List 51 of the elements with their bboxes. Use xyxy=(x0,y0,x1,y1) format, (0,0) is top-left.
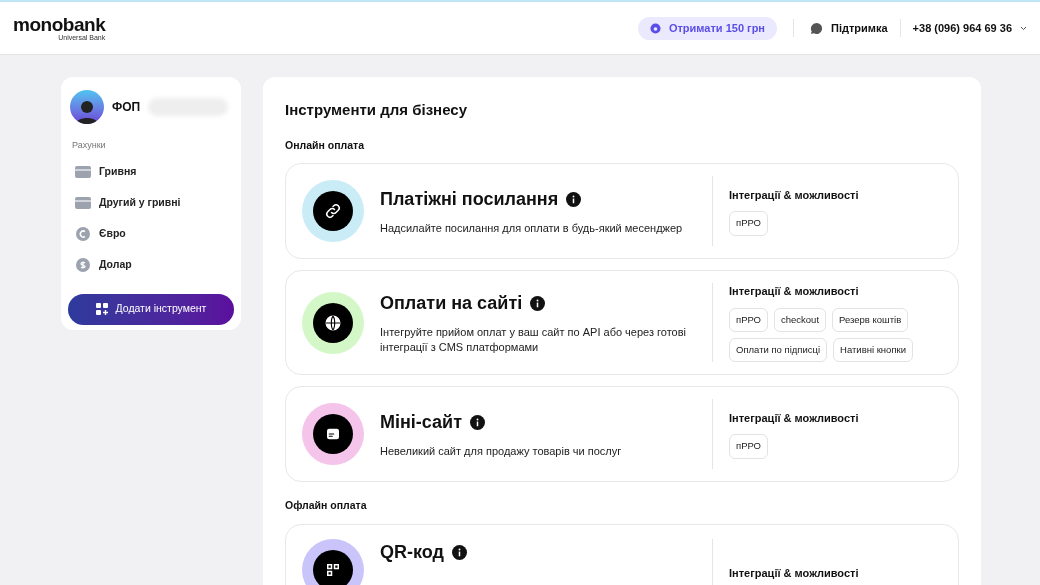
info-icon[interactable] xyxy=(451,545,467,560)
account-item[interactable]: Долар xyxy=(68,249,234,281)
grid-plus-icon xyxy=(95,303,108,315)
feature-tag[interactable]: Оплати по підписці xyxy=(729,338,828,363)
info-icon[interactable] xyxy=(470,415,485,431)
card-icon xyxy=(75,197,91,209)
bonus-button[interactable]: Отримати 150 грн xyxy=(637,16,778,40)
tool-description: Невеликий сайт для продажу товарів чи послуг xyxy=(380,444,623,460)
avatar[interactable] xyxy=(70,90,104,124)
tool-card[interactable]: Оплати на сайті Інтегруйте прийом оплат у ваш сайт по API або через готові інтеграції з CMS платформами Інтеграції & можливості пРРО checkout Резерв коштів Оплати по підписці Нативні кнопки xyxy=(285,270,959,376)
account-item[interactable]: Гривня xyxy=(68,156,234,188)
features-title: Інтеграції & можливості xyxy=(729,284,860,300)
chevron-down-icon xyxy=(1020,25,1027,31)
page-title: Інструменти для бізнесу xyxy=(285,100,468,120)
features-title: Інтеграції & можливості xyxy=(729,565,860,581)
tool-description: Інтегруйте прийом оплат у ваш сайт по API або через готові інтеграції з CMS платформами xyxy=(380,325,687,356)
support-link[interactable]: Підтримка xyxy=(810,19,888,37)
info-icon[interactable] xyxy=(530,296,546,312)
globe-icon xyxy=(324,313,342,332)
info-icon[interactable] xyxy=(566,192,582,208)
tool-card[interactable]: Платіжні посилання Надсилайте посилання для оплати в будь-який месенджер Інтеграції & можливості пРРО xyxy=(285,163,959,260)
profile-name: ФОП xyxy=(112,99,141,116)
chat-bubble-icon xyxy=(810,21,824,35)
account-item[interactable]: Євро xyxy=(68,218,234,250)
tool-title: Міні-сайт xyxy=(380,411,462,435)
feature-tag[interactable]: пРРО xyxy=(729,307,768,332)
section-label: Рахунки xyxy=(71,139,107,152)
account-item[interactable]: Другий у гривні xyxy=(68,187,234,219)
tool-title: QR-код xyxy=(380,541,444,564)
section-title: Онлайн оплата xyxy=(285,137,365,153)
features-title: Інтеграції & можливості xyxy=(729,410,860,426)
tool-title: Платіжні посилання xyxy=(380,188,559,212)
feature-tag[interactable]: Нативні кнопки xyxy=(833,338,913,363)
tool-card[interactable]: Міні-сайт Невеликий сайт для продажу товарів чи послуг Інтеграції & можливості пРРО xyxy=(285,386,959,483)
feature-tag[interactable]: checkout xyxy=(774,307,827,332)
tool-card[interactable]: QR-код Інтеграції & можливості xyxy=(285,524,959,585)
section-title: Офлайн оплата xyxy=(285,498,368,514)
features-title: Інтеграції & можливості xyxy=(729,187,860,203)
feature-tag[interactable]: пРРО xyxy=(729,211,768,236)
link-icon xyxy=(324,202,342,221)
feature-tag[interactable]: Резерв коштів xyxy=(832,307,909,332)
tool-description: Надсилайте посилання для оплати в будь-який месенджер xyxy=(380,221,684,237)
euro-coin-icon xyxy=(76,227,90,241)
qr-code-icon xyxy=(324,561,342,579)
feature-tag[interactable]: пРРО xyxy=(729,434,768,459)
dollar-coin-icon xyxy=(76,258,90,272)
person-silhouette-icon xyxy=(75,98,99,124)
card-icon xyxy=(75,166,91,178)
add-tool-button[interactable]: Додати інструмент xyxy=(68,293,234,325)
phone-dropdown[interactable]: +38 (096) 964 69 36 xyxy=(912,19,1027,37)
tool-title: Оплати на сайті xyxy=(380,292,523,316)
